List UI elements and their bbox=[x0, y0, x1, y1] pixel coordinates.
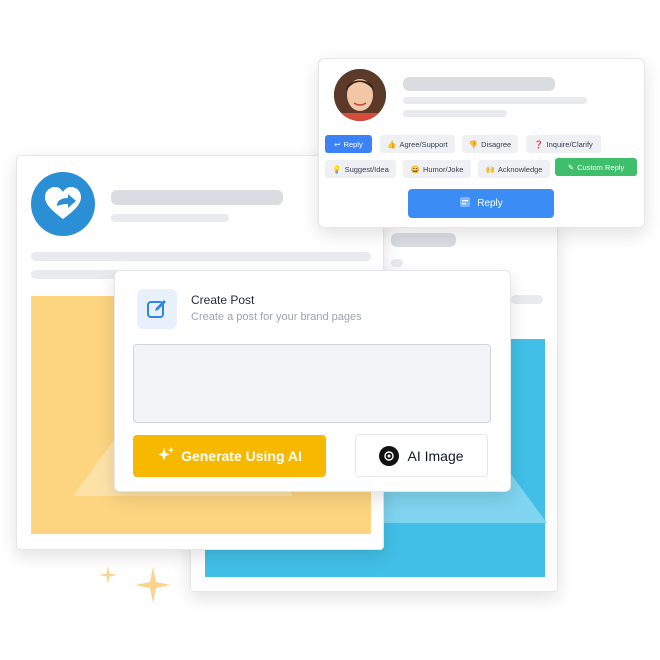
post-text-input[interactable] bbox=[133, 344, 491, 423]
generate-button-label: Generate Using AI bbox=[181, 448, 302, 464]
reply-suggestions-card: ↩ Reply 👍 Agree/Support 👎 Disagree ❓ Inq… bbox=[318, 58, 645, 228]
message-lines-icon bbox=[459, 196, 471, 211]
raised-hands-icon: 🙌 bbox=[485, 164, 495, 174]
share-heart-icon bbox=[31, 172, 95, 236]
ai-image-label: AI Image bbox=[407, 447, 464, 464]
chip-suggest-idea[interactable]: 💡 Suggest/Idea bbox=[325, 160, 396, 178]
sparkle-icon bbox=[135, 567, 171, 603]
skeleton-line bbox=[511, 295, 543, 304]
sparkle-icon bbox=[99, 566, 117, 584]
chip-humor-joke[interactable]: 😄 Humor/Joke bbox=[403, 160, 471, 178]
pencil-square-icon bbox=[137, 289, 177, 329]
skeleton-name bbox=[403, 77, 555, 91]
generate-using-ai-button[interactable]: Generate Using AI bbox=[133, 435, 326, 477]
chip-acknowledge[interactable]: 🙌 Acknowledge bbox=[478, 160, 550, 178]
question-icon: ❓ bbox=[534, 139, 544, 149]
thumbs-down-icon: 👎 bbox=[468, 139, 479, 149]
openai-icon bbox=[379, 445, 400, 466]
skeleton-line bbox=[403, 110, 507, 117]
sparkle-icon bbox=[157, 446, 175, 467]
pencil-icon: ✎ bbox=[567, 162, 575, 172]
lightbulb-icon: 💡 bbox=[332, 164, 342, 174]
create-post-title: Create Post bbox=[191, 293, 255, 307]
laughing-face-icon: 😄 bbox=[410, 164, 420, 174]
skeleton-line bbox=[31, 252, 371, 261]
ai-image-button[interactable]: AI Image bbox=[355, 434, 488, 477]
chip-agree-support[interactable]: 👍 Agree/Support bbox=[380, 135, 455, 153]
skeleton-line bbox=[391, 233, 456, 247]
create-post-modal: Create Post Create a post for your brand… bbox=[114, 270, 511, 492]
skeleton-line bbox=[111, 214, 229, 222]
create-post-subtitle: Create a post for your brand pages bbox=[191, 311, 362, 323]
skeleton-line bbox=[391, 259, 403, 267]
skeleton-line bbox=[403, 97, 587, 104]
reply-arrow-icon: ↩ bbox=[334, 139, 341, 149]
thumbs-up-icon: 👍 bbox=[387, 139, 397, 149]
reply-button[interactable]: Reply bbox=[408, 189, 554, 218]
chip-custom-reply[interactable]: ✎ Custom Reply bbox=[555, 158, 637, 176]
chip-disagree[interactable]: 👎 Disagree bbox=[462, 135, 518, 153]
skeleton-title bbox=[111, 190, 283, 205]
avatar bbox=[334, 69, 386, 121]
chip-reply[interactable]: ↩ Reply bbox=[325, 135, 372, 153]
reply-button-label: Reply bbox=[477, 198, 503, 209]
chip-inquire-clarify[interactable]: ❓ Inquire/Clarify bbox=[526, 135, 601, 153]
